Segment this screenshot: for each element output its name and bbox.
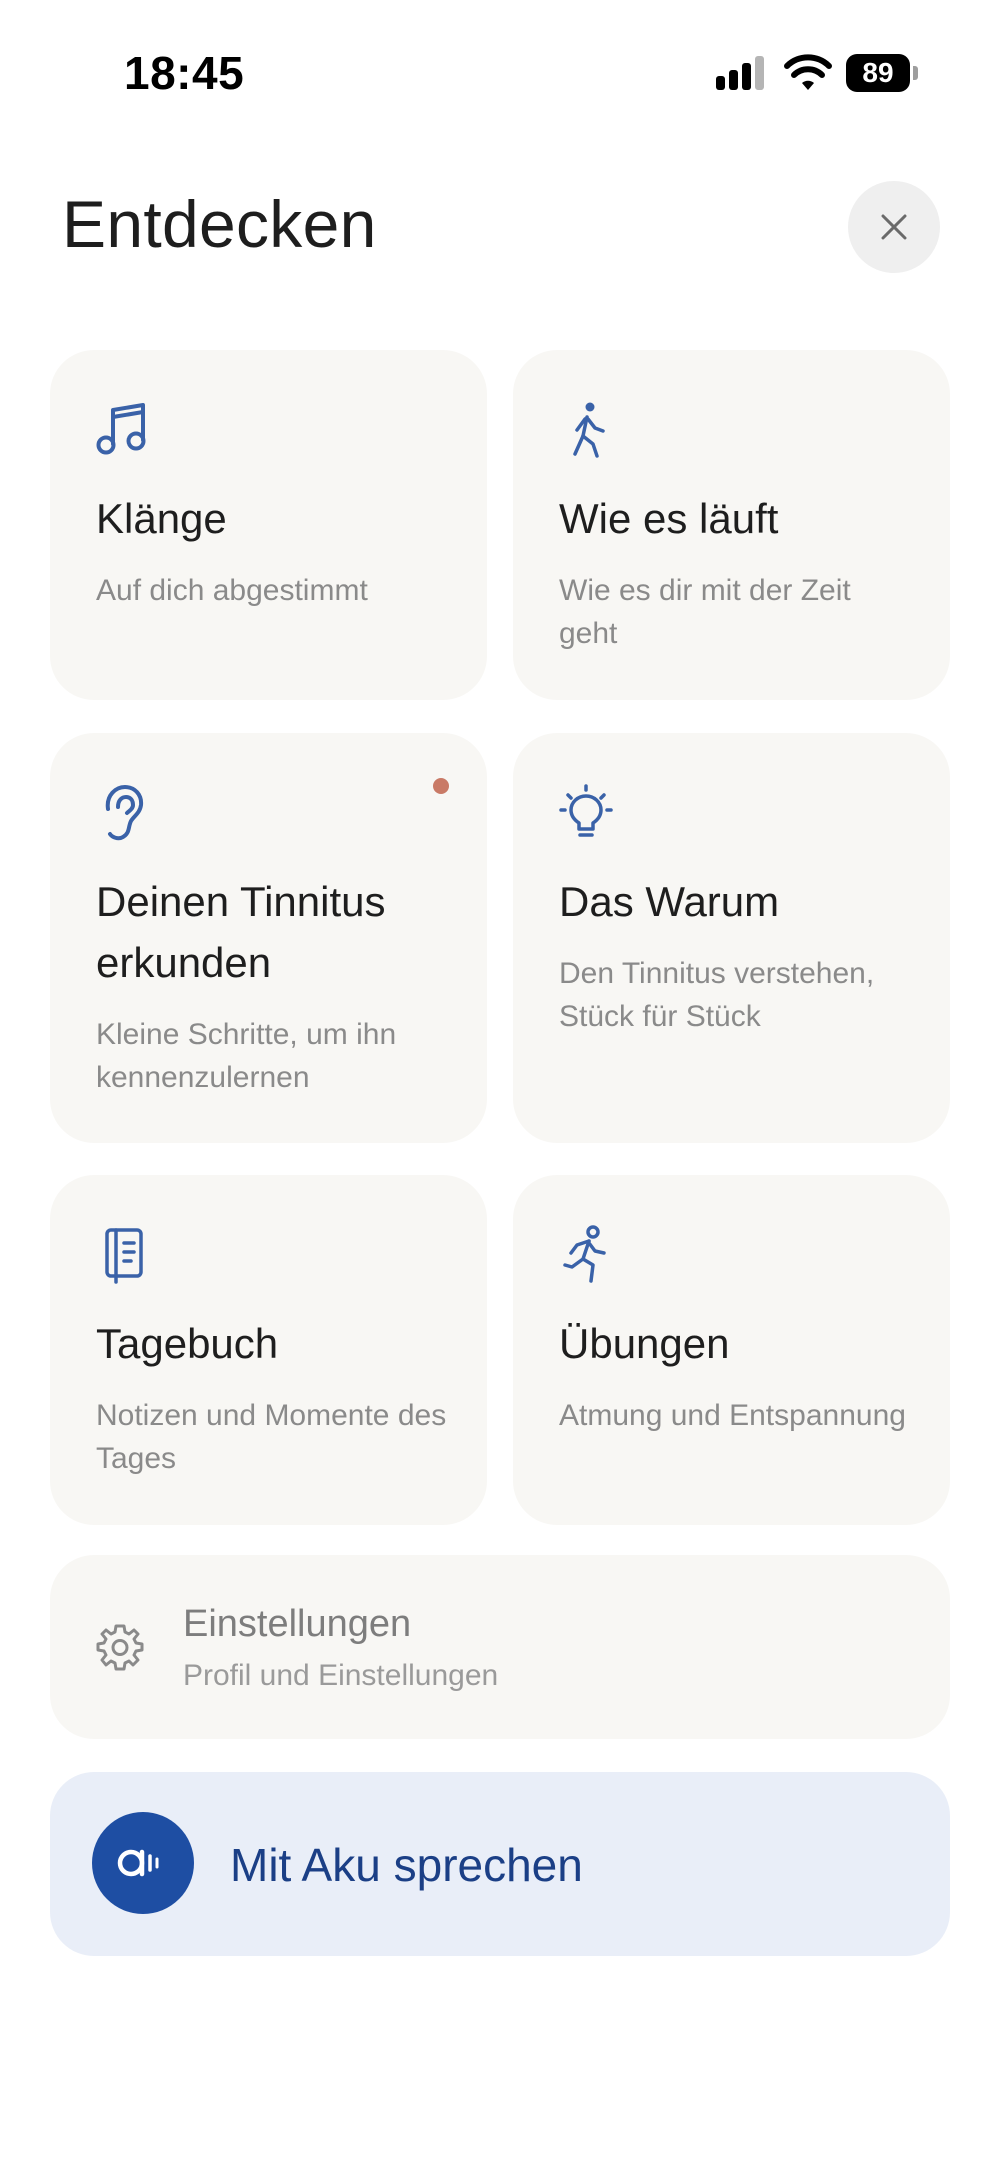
aku-label: Mit Aku sprechen (230, 1839, 583, 1891)
card-subtitle: Wie es dir mit der Zeit geht (559, 574, 851, 650)
journal-icon (105, 1228, 143, 1284)
gear-icon (96, 1624, 144, 1671)
running-person-icon (563, 1225, 606, 1283)
card-subtitle: Kleine Schritte, um ihn kennenzulernen (96, 1018, 397, 1094)
card-klaenge[interactable]: Klänge Auf dich abgestimmt (50, 350, 487, 700)
wifi-icon (784, 54, 832, 90)
card-subtitle: Den Tinnitus verstehen, Stück für Stück (559, 957, 875, 1033)
status-bar: 18:45 89 (0, 0, 1000, 150)
card-das-warum[interactable]: Das Warum Den Tinnitus verstehen, Stück … (513, 733, 950, 1143)
card-tinnitus-erkunden[interactable]: Deinen Tinnitus erkunden Kleine Schritte… (50, 733, 487, 1143)
battery-icon: 89 (846, 54, 920, 92)
ear-icon (105, 785, 144, 841)
card-subtitle: Auf dich abgestimmt (96, 574, 368, 607)
card-tagebuch[interactable]: Tagebuch Notizen und Momente des Tages (50, 1175, 487, 1525)
card-title: Das Warum (559, 878, 780, 925)
card-title: Tagebuch (96, 1320, 279, 1367)
battery-level: 89 (846, 54, 910, 92)
notification-dot (433, 778, 449, 794)
aku-voice-icon (117, 1849, 159, 1877)
card-title: Klänge (96, 495, 227, 542)
page-title: Entdecken (62, 187, 377, 261)
card-title: Deinen Tinnitus erkunden (96, 878, 386, 986)
music-note-icon (96, 403, 146, 455)
cellular-signal-icon (716, 56, 764, 90)
status-time: 18:45 (124, 47, 245, 99)
card-wie-es-laeuft[interactable]: Wie es läuft Wie es dir mit der Zeit geh… (513, 350, 950, 700)
card-uebungen[interactable]: Übungen Atmung und Entspannung (513, 1175, 950, 1525)
aku-talk-button[interactable]: Mit Aku sprechen (50, 1772, 950, 1956)
close-icon (881, 214, 907, 240)
aku-avatar (92, 1812, 194, 1914)
card-title: Übungen (559, 1320, 730, 1367)
settings-card[interactable]: Einstellungen Profil und Einstellungen (50, 1555, 950, 1739)
settings-title: Einstellungen (183, 1603, 412, 1645)
lightbulb-icon (559, 784, 613, 837)
card-subtitle: Atmung und Entspannung (559, 1399, 906, 1432)
walking-person-icon (573, 402, 605, 458)
close-button[interactable] (848, 181, 940, 273)
card-title: Wie es läuft (559, 495, 779, 542)
settings-subtitle: Profil und Einstellungen (183, 1659, 499, 1692)
card-subtitle: Notizen und Momente des Tages (96, 1399, 447, 1475)
